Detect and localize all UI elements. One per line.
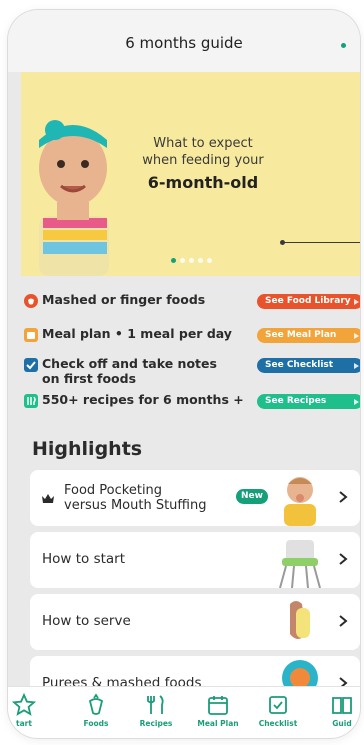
phone-screen: 6 months guide What to expect when feedi… [8, 10, 360, 738]
chevron-right-icon [339, 615, 348, 627]
hero-text: What to expect when feeding your 6-month… [133, 135, 273, 192]
carrot-icon [88, 693, 104, 715]
tab-label: Meal Plan [197, 719, 239, 728]
tab-guide[interactable]: Guid [312, 693, 360, 728]
hero-line-2: when feeding your [142, 153, 264, 168]
page-title: 6 months guide [125, 34, 243, 52]
baby-image [39, 120, 109, 276]
baby-eating-thumbnail [284, 477, 316, 526]
highlights-heading: Highlights [32, 438, 143, 460]
tab-recipes[interactable]: Recipes [126, 693, 186, 728]
feature-text: Meal plan • 1 meal per day [42, 326, 232, 341]
card-title-line-1: Food Pocketing [64, 483, 163, 498]
card-title-line-2: versus Mouth Stuffing [64, 498, 207, 513]
crown-icon [42, 494, 54, 503]
carousel-dot[interactable] [207, 258, 212, 263]
high-chair-thumbnail [279, 540, 321, 588]
chevron-right-icon [339, 553, 348, 565]
feature-food-library: Mashed or finger foods See Food Library [22, 292, 360, 312]
carousel-dot[interactable] [198, 258, 203, 263]
hero-carousel[interactable]: What to expect when feeding your 6-month… [21, 72, 360, 276]
hero-divider-line [280, 240, 360, 245]
tab-label: tart [16, 719, 32, 728]
food-icon [24, 294, 38, 308]
card-title: How to start [42, 551, 126, 567]
hero-line-1: What to expect [153, 136, 253, 151]
tab-label: Guid [332, 719, 352, 728]
tab-label: Checklist [258, 719, 298, 728]
hero-line-3: 6-month-old [147, 173, 259, 192]
carousel-dot[interactable] [171, 258, 176, 263]
feature-text-line-1: Check off and take notes [42, 356, 217, 371]
see-meal-plan-button[interactable]: See Meal Plan [257, 328, 360, 343]
highlight-card-how-to-start[interactable]: How to start [30, 532, 360, 588]
feature-meal-plan: Meal plan • 1 meal per day See Meal Plan [22, 326, 360, 346]
book-icon [332, 697, 352, 714]
carousel-dot[interactable] [189, 258, 194, 263]
feature-text: Mashed or finger foods [42, 292, 206, 307]
see-recipes-button[interactable]: See Recipes [257, 394, 360, 409]
feature-recipes: 550+ recipes for 6 months + See Recipes [22, 392, 360, 412]
tab-foods[interactable]: Foods [66, 693, 126, 728]
see-food-library-button[interactable]: See Food Library [257, 294, 360, 309]
new-badge: New [236, 489, 268, 504]
highlight-card-how-to-serve[interactable]: How to serve [30, 594, 360, 650]
tab-start[interactable]: tart [8, 693, 54, 728]
feature-checklist: Check off and take notes on first foods S… [22, 356, 360, 388]
feature-text: Check off and take notes on first foods [42, 356, 217, 386]
utensils-icon [147, 695, 164, 714]
carousel-dot[interactable] [180, 258, 185, 263]
card-title: Food Pocketing versus Mouth Stuffing [64, 483, 206, 513]
checklist-icon [269, 696, 287, 714]
see-checklist-button[interactable]: See Checklist [257, 358, 360, 373]
feature-text-line-2: on first foods [42, 371, 137, 386]
recipes-icon [24, 394, 38, 408]
header-bar: 6 months guide [8, 10, 360, 72]
tab-label: Foods [83, 719, 109, 728]
chevron-right-icon [339, 491, 348, 503]
bottom-tab-bar: tart Foods Recipes Meal Plan Checklist G… [8, 686, 360, 738]
tab-label: Recipes [139, 719, 173, 728]
hand-holding-food-thumbnail [290, 601, 310, 639]
tab-meal-plan[interactable]: Meal Plan [188, 693, 248, 728]
star-icon [12, 693, 36, 716]
highlight-card-food-pocketing[interactable]: Food Pocketing versus Mouth Stuffing New [30, 470, 360, 526]
checklist-icon [24, 358, 38, 372]
card-title: How to serve [42, 613, 131, 629]
carousel-dots[interactable] [171, 258, 212, 263]
tab-checklist[interactable]: Checklist [248, 693, 308, 728]
feature-text: 550+ recipes for 6 months + [42, 392, 244, 407]
calendar-icon [208, 696, 228, 715]
calendar-icon [24, 328, 38, 342]
status-dot [341, 43, 346, 48]
